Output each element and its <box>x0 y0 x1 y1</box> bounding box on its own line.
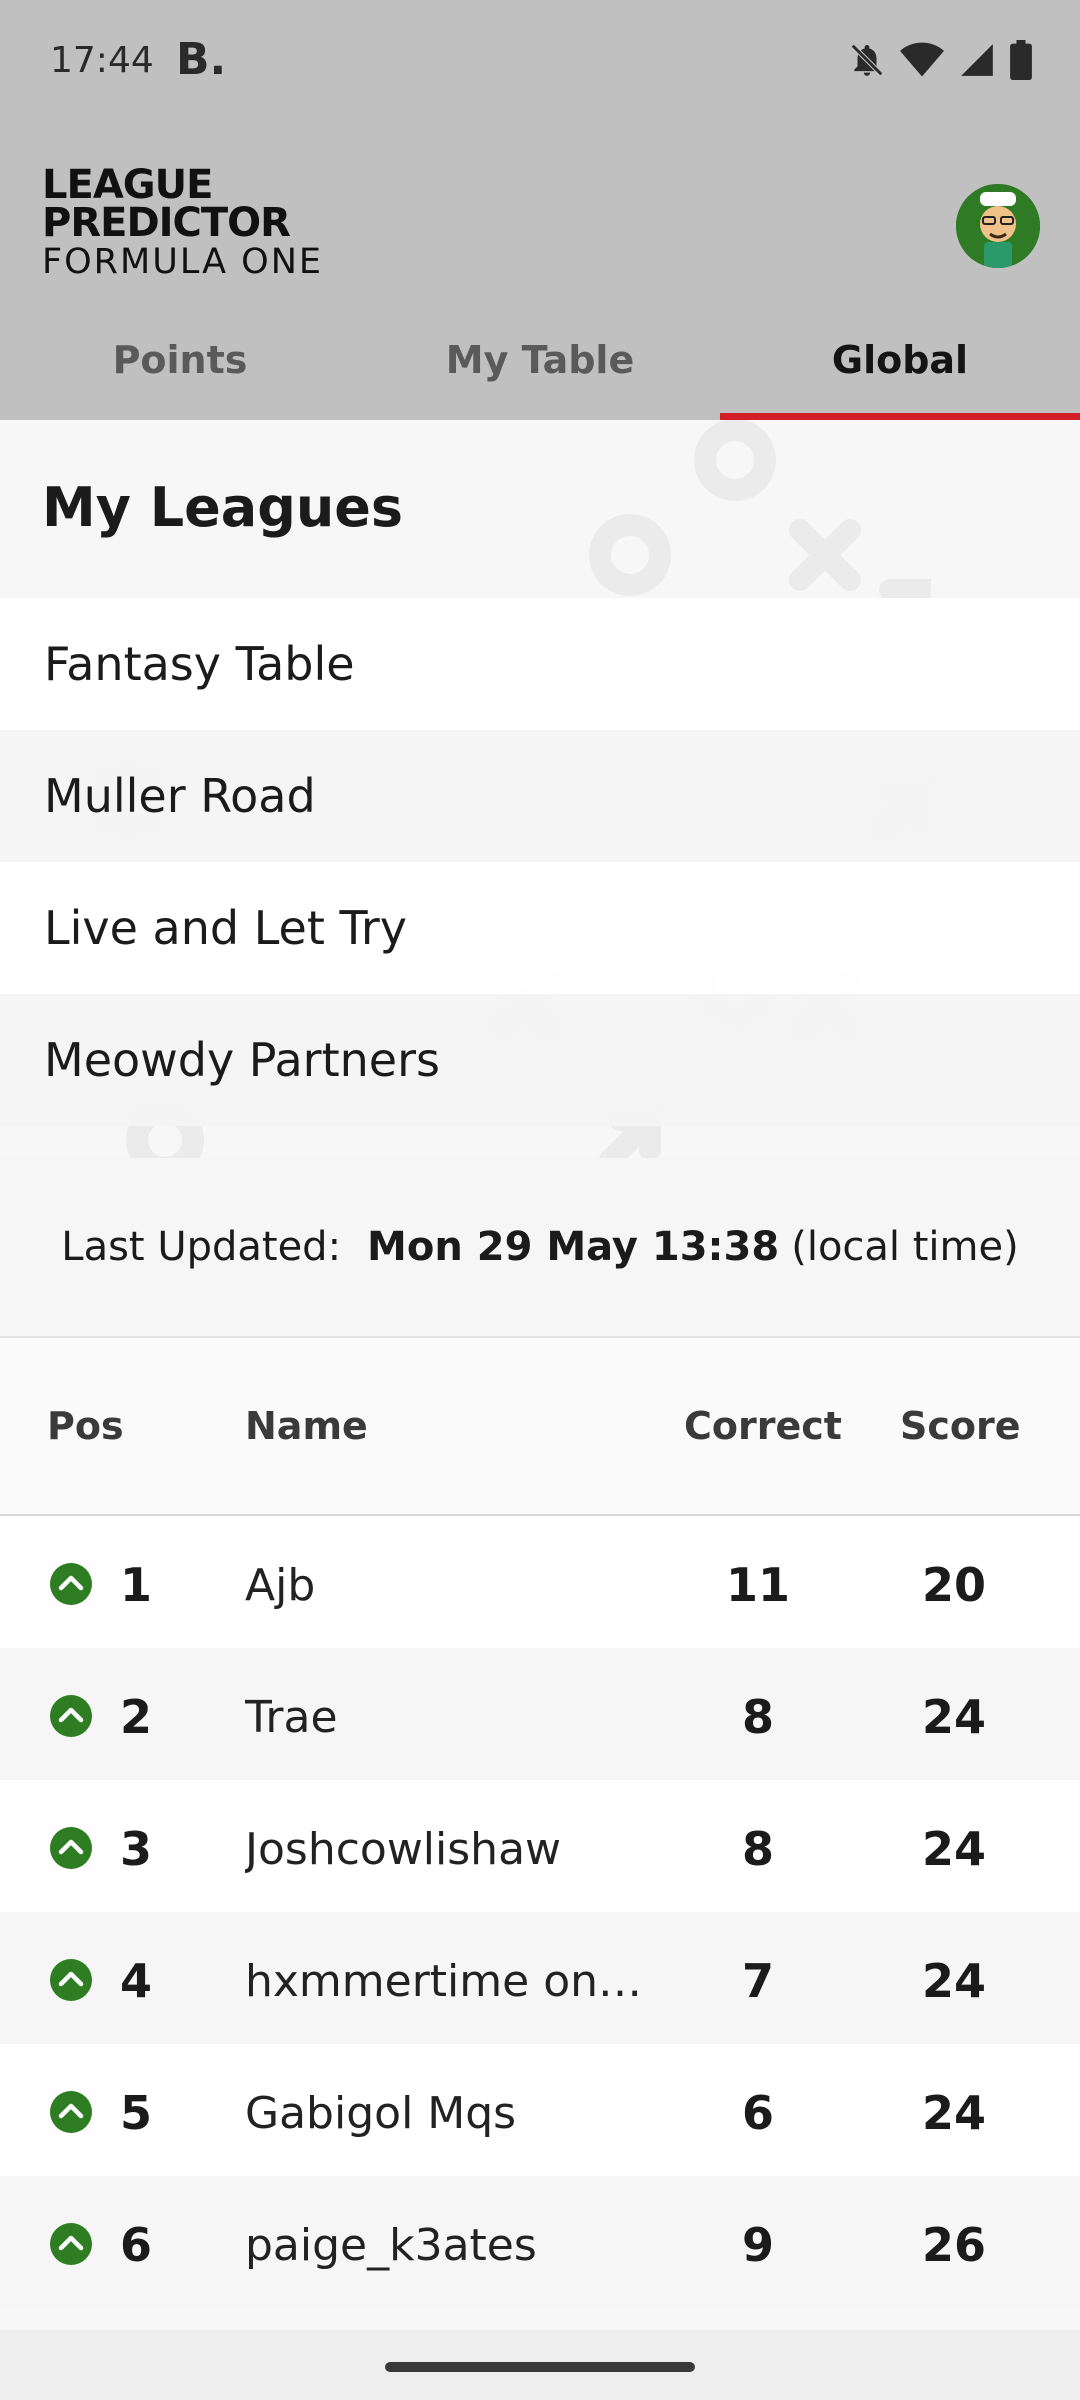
column-header-pos[interactable]: Pos <box>47 1404 124 1448</box>
row-name: Gabigol Mqs <box>245 2088 517 2139</box>
row-name: Trae <box>245 1692 338 1743</box>
table-row[interactable]: 2 Trae 8 24 <box>0 1648 1080 1780</box>
column-header-name[interactable]: Name <box>245 1404 368 1448</box>
tab-bar: Points My Table Global <box>0 300 1080 420</box>
app-logo[interactable]: LEAGUE PREDICTOR FORMULA ONE <box>42 162 342 282</box>
status-icons <box>848 40 1032 80</box>
row-correct: 6 <box>741 2086 774 2140</box>
battery-icon <box>1010 40 1032 80</box>
row-name: hxmmertime on t... <box>245 1956 645 2007</box>
row-score: 24 <box>921 1822 986 1876</box>
table-row[interactable]: 5 Gabigol Mqs 6 24 <box>0 2044 1080 2176</box>
row-score: 24 <box>921 1690 986 1744</box>
leagues-list: Fantasy Table Muller Road Live and Let T… <box>0 598 1080 1126</box>
logo-line-3: FORMULA ONE <box>42 242 324 282</box>
standings-table: 1 Ajb 11 20 2 Trae 8 24 3 Joshcowlishaw … <box>0 1516 1080 2308</box>
content-area: My Leagues Fantasy Table Muller Road Liv… <box>0 420 1080 2330</box>
tab-points[interactable]: Points <box>0 300 360 420</box>
table-row[interactable]: 6 paige_k3ates 9 26 <box>0 2176 1080 2308</box>
last-updated-value: Mon 29 May 13:38 <box>367 1224 780 1270</box>
tab-global[interactable]: Global <box>720 300 1080 420</box>
row-correct: 7 <box>741 1954 774 2008</box>
app-badge: B. <box>176 34 227 85</box>
row-name: paige_k3ates <box>245 2220 537 2271</box>
trend-up-icon <box>50 2223 92 2265</box>
trend-up-icon <box>50 1563 92 1605</box>
row-pos: 5 <box>120 2086 153 2140</box>
bell-off-icon <box>848 41 886 79</box>
row-pos: 4 <box>120 1954 153 2008</box>
row-pos: 1 <box>120 1558 153 1612</box>
status-time: 17:44 <box>50 40 154 81</box>
row-pos: 6 <box>120 2218 153 2272</box>
row-score: 20 <box>921 1558 986 1612</box>
home-indicator[interactable] <box>385 2362 695 2372</box>
row-pos: 3 <box>120 1822 153 1876</box>
wifi-icon <box>900 41 944 79</box>
last-updated-label: Last Updated: <box>61 1224 342 1270</box>
trend-up-icon <box>50 1827 92 1869</box>
last-updated-bar: Last Updated: Mon 29 May 13:38 (local ti… <box>0 1158 1080 1338</box>
logo-line-1: LEAGUE <box>42 162 213 208</box>
column-header-score[interactable]: Score <box>900 1404 1021 1448</box>
system-nav-bar <box>0 2330 1080 2400</box>
column-header-correct[interactable]: Correct <box>684 1404 842 1448</box>
row-score: 24 <box>921 1954 986 2008</box>
trend-up-icon <box>50 1695 92 1737</box>
row-name: Ajb <box>245 1560 316 1611</box>
trend-up-icon <box>50 2091 92 2133</box>
status-bar: 17:44 B. <box>0 0 1080 130</box>
league-item-meowdy-partners[interactable]: Meowdy Partners <box>0 994 1080 1126</box>
table-header: Pos Name Correct Score <box>0 1338 1080 1516</box>
row-correct: 11 <box>725 1558 790 1612</box>
row-score: 26 <box>921 2218 986 2272</box>
table-row[interactable]: 1 Ajb 11 20 <box>0 1516 1080 1648</box>
league-item-fantasy-table[interactable]: Fantasy Table <box>0 598 1080 730</box>
row-correct: 9 <box>741 2218 774 2272</box>
row-correct: 8 <box>741 1822 774 1876</box>
table-row[interactable]: 3 Joshcowlishaw 8 24 <box>0 1780 1080 1912</box>
row-pos: 2 <box>120 1690 153 1744</box>
tab-my-table[interactable]: My Table <box>360 300 720 420</box>
app-header: LEAGUE PREDICTOR FORMULA ONE Points My T… <box>0 130 1080 420</box>
trend-up-icon <box>50 1959 92 2001</box>
my-leagues-title: My Leagues <box>42 476 404 539</box>
league-item-muller-road[interactable]: Muller Road <box>0 730 1080 862</box>
signal-icon <box>958 41 996 79</box>
row-correct: 8 <box>741 1690 774 1744</box>
logo-line-2: PREDICTOR <box>42 200 291 246</box>
league-item-live-and-let-try[interactable]: Live and Let Try <box>0 862 1080 994</box>
table-row[interactable]: 4 hxmmertime on t... 7 24 <box>0 1912 1080 2044</box>
avatar[interactable] <box>956 184 1040 268</box>
row-name: Joshcowlishaw <box>245 1824 562 1875</box>
row-score: 24 <box>921 2086 986 2140</box>
last-updated-suffix: (local time) <box>791 1224 1019 1270</box>
